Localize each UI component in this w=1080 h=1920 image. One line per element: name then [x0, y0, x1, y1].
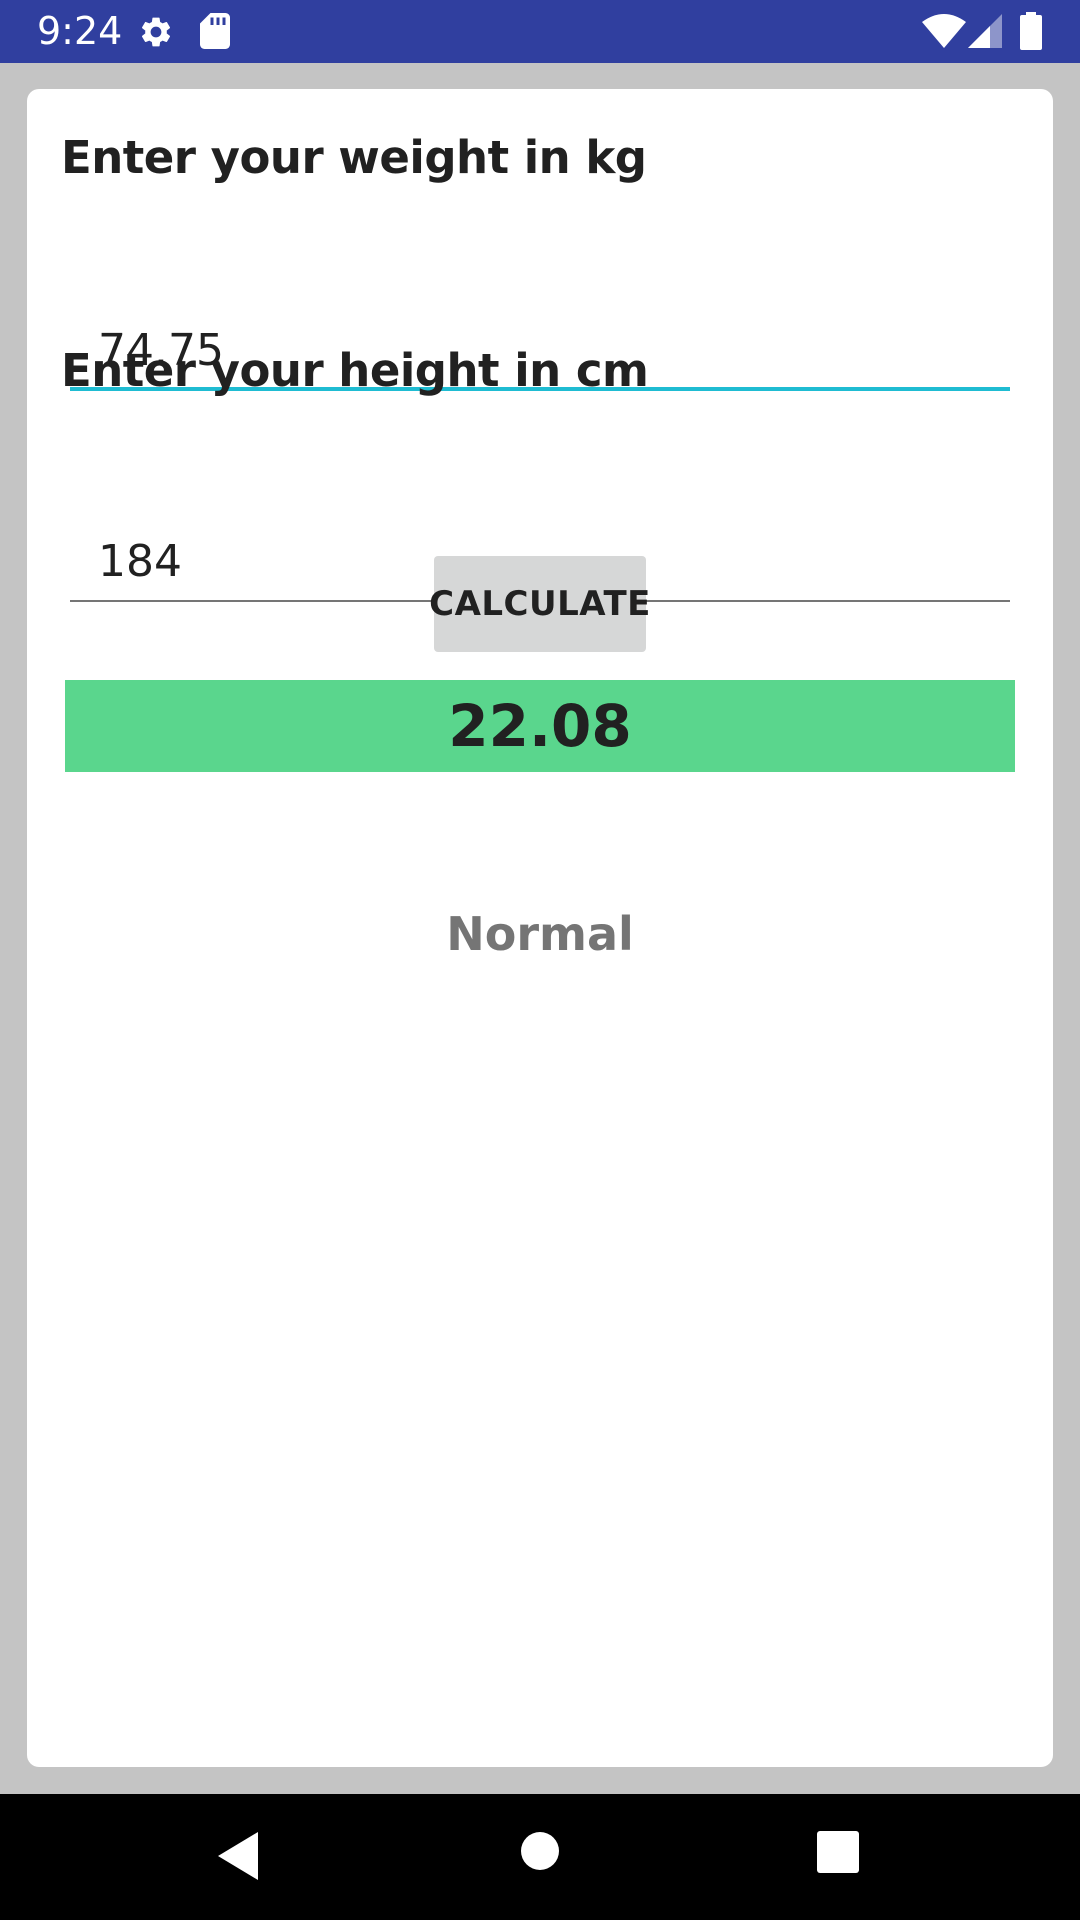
wifi-icon: [922, 14, 966, 48]
bmi-card: Enter your weight in kg 74.75 Enter your…: [27, 89, 1053, 1767]
height-input-value: 184: [98, 536, 182, 587]
status-bar: 9:24: [0, 0, 1080, 63]
settings-icon: [141, 17, 171, 47]
home-icon[interactable]: [520, 1831, 560, 1871]
status-time: 9:24: [37, 9, 123, 53]
sd-card-icon: [200, 13, 230, 49]
calculate-button[interactable]: CALCULATE: [429, 556, 650, 652]
recents-icon[interactable]: [817, 1831, 859, 1873]
bmi-category: Normal: [446, 907, 634, 961]
bmi-result: 22.08: [65, 680, 1015, 772]
cell-signal-icon: [968, 14, 1002, 48]
height-label: Enter your height in cm: [61, 344, 649, 397]
battery-icon: [1020, 12, 1042, 50]
weight-label: Enter your weight in kg: [61, 131, 647, 184]
back-icon[interactable]: [218, 1832, 258, 1880]
navigation-bar: [0, 1794, 1080, 1920]
